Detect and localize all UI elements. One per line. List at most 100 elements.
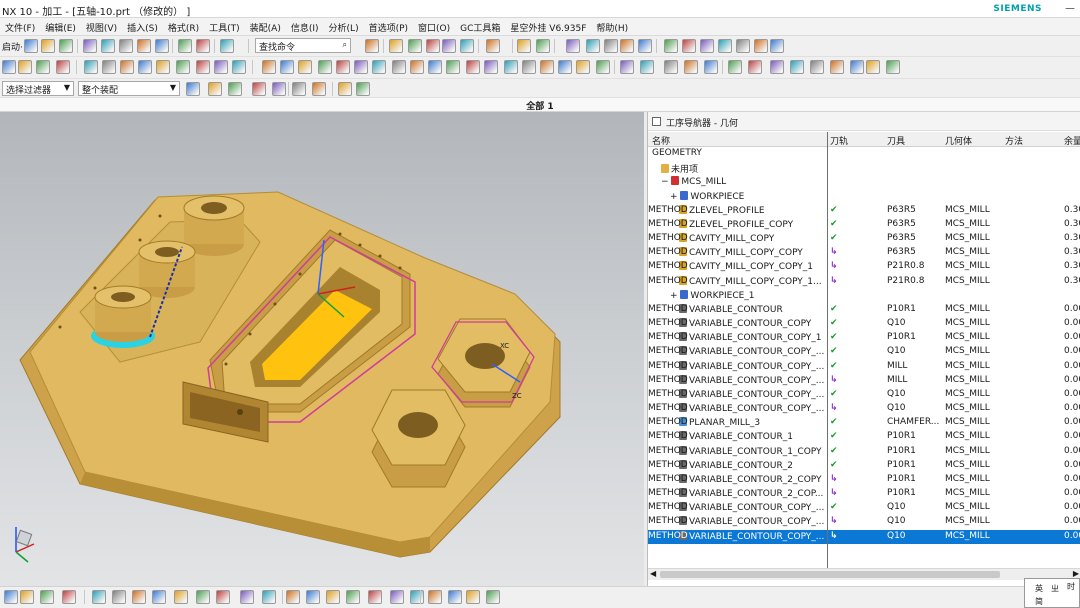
menu-item-12[interactable]: 星空外挂 V6.935F: [505, 18, 591, 36]
column-divider[interactable]: [827, 132, 828, 572]
row2-tool-icon-50[interactable]: [886, 60, 900, 74]
row2-tool-icon-2[interactable]: [36, 60, 50, 74]
navigator-row[interactable]: − MCS_MILL: [648, 175, 1080, 189]
bottom-tool-icon-11[interactable]: [216, 590, 230, 604]
bottom-tool-icon-2[interactable]: [40, 590, 54, 604]
column-header-tool[interactable]: 刀具: [887, 134, 905, 147]
row3-tool-icon-4[interactable]: [272, 82, 286, 96]
row2-tool-icon-46[interactable]: [810, 60, 824, 74]
menu-item-11[interactable]: GC工具箱: [455, 18, 505, 36]
row1-tool-icon-4[interactable]: [83, 39, 97, 53]
tree-expander-icon[interactable]: −: [661, 177, 671, 187]
bottom-tool-icon-12[interactable]: [240, 590, 254, 604]
row3-tool-icon-2[interactable]: [228, 82, 242, 96]
menu-item-1[interactable]: 编辑(E): [40, 18, 81, 36]
row1-tool-icon-7[interactable]: [137, 39, 151, 53]
bottom-tool-icon-16[interactable]: [306, 590, 320, 604]
bottom-tool-icon-25[interactable]: [466, 590, 480, 604]
navigator-row[interactable]: VARIABLE_CONTOUR_COPY_... ✔ Q10 MCS_MILL MET…: [648, 345, 1080, 359]
row1-tool-icon-34[interactable]: [664, 39, 678, 53]
row1-tool-icon-35[interactable]: [682, 39, 696, 53]
row2-tool-icon-17[interactable]: [298, 60, 312, 74]
bottom-tool-icon-8[interactable]: [152, 590, 166, 604]
row2-tool-icon-7[interactable]: [120, 60, 134, 74]
row1-tool-icon-18[interactable]: [408, 39, 422, 53]
row3-tool-icon-7[interactable]: [312, 82, 326, 96]
row2-tool-icon-3[interactable]: [56, 60, 70, 74]
bottom-tool-icon-5[interactable]: [92, 590, 106, 604]
row1-tool-icon-21[interactable]: [460, 39, 474, 53]
row2-tool-icon-45[interactable]: [790, 60, 804, 74]
row2-tool-icon-29[interactable]: [504, 60, 518, 74]
bottom-tool-icon-1[interactable]: [20, 590, 34, 604]
row3-tool-icon-3[interactable]: [252, 82, 266, 96]
row1-tool-icon-17[interactable]: [389, 39, 403, 53]
row2-tool-icon-34[interactable]: [596, 60, 610, 74]
navigator-row[interactable]: ZLEVEL_PROFILE_COPY ✔ P63R5 MCS_MILL METHOD 0…: [648, 218, 1080, 232]
row1-tool-icon-5[interactable]: [101, 39, 115, 53]
row2-tool-icon-39[interactable]: [684, 60, 698, 74]
row1-tool-icon-29[interactable]: [586, 39, 600, 53]
row2-tool-icon-20[interactable]: [354, 60, 368, 74]
bottom-tool-icon-26[interactable]: [486, 590, 500, 604]
navigator-row[interactable]: + WORKPIECE: [648, 190, 1080, 204]
graphics-viewport[interactable]: ZC XC: [0, 112, 644, 586]
navigator-row[interactable]: + WORKPIECE_1: [648, 289, 1080, 303]
row2-tool-icon-48[interactable]: [850, 60, 864, 74]
navigator-row[interactable]: CAVITY_MILL_COPY ✔ P63R5 MCS_MILL METHOD 0.30: [648, 232, 1080, 246]
scroll-thumb[interactable]: [660, 571, 1000, 578]
row2-tool-icon-19[interactable]: [336, 60, 350, 74]
menu-item-2[interactable]: 视图(V): [81, 18, 122, 36]
row2-tool-icon-30[interactable]: [522, 60, 536, 74]
row2-tool-icon-0[interactable]: [2, 60, 16, 74]
navigator-row[interactable]: CAVITY_MILL_COPY_COPY_1 ↳ P21R0.8 MCS_MILL M…: [648, 260, 1080, 274]
row2-tool-icon-8[interactable]: [138, 60, 152, 74]
menu-item-3[interactable]: 插入(S): [122, 18, 163, 36]
bottom-tool-icon-21[interactable]: [410, 590, 424, 604]
tree-expander-icon[interactable]: +: [670, 192, 680, 202]
row2-tool-icon-38[interactable]: [664, 60, 678, 74]
command-search-input[interactable]: 查找命令 ⌕: [255, 38, 351, 53]
bottom-tool-icon-9[interactable]: [174, 590, 188, 604]
row1-tool-icon-20[interactable]: [442, 39, 456, 53]
menu-item-13[interactable]: 帮助(H): [591, 18, 633, 36]
bottom-tool-icon-23[interactable]: [428, 590, 442, 604]
row2-tool-icon-42[interactable]: [728, 60, 742, 74]
row2-tool-icon-15[interactable]: [262, 60, 276, 74]
row1-tool-icon-26[interactable]: [536, 39, 550, 53]
navigator-row[interactable]: VARIABLE_CONTOUR_COPY ✔ Q10 MCS_MILL METHOD 0…: [648, 317, 1080, 331]
bottom-tool-icon-19[interactable]: [368, 590, 382, 604]
navigator-row[interactable]: VARIABLE_CONTOUR_COPY_... ↳ MILL MCS_MILL ME…: [648, 374, 1080, 388]
navigator-row[interactable]: VARIABLE_CONTOUR_COPY_1 ✔ P10R1 MCS_MILL MET…: [648, 331, 1080, 345]
menu-item-0[interactable]: 文件(F): [0, 18, 40, 36]
row1-tool-icon-19[interactable]: [426, 39, 440, 53]
row1-tool-icon-28[interactable]: [566, 39, 580, 53]
row1-tool-icon-23[interactable]: [486, 39, 500, 53]
row2-tool-icon-6[interactable]: [102, 60, 116, 74]
bottom-tool-icon-10[interactable]: [196, 590, 210, 604]
ime-lang[interactable]: 英: [1035, 583, 1043, 594]
navigator-row[interactable]: VARIABLE_CONTOUR_COPY_... ↳ Q10 MCS_MILL MET…: [648, 402, 1080, 416]
bottom-tool-icon-0[interactable]: [4, 590, 18, 604]
row2-tool-icon-49[interactable]: [866, 60, 880, 74]
column-header-geometry[interactable]: 几何体: [945, 134, 972, 147]
row3-tool-icon-1[interactable]: [208, 82, 222, 96]
row1-tool-icon-36[interactable]: [700, 39, 714, 53]
menu-item-7[interactable]: 信息(I): [286, 18, 324, 36]
row3-tool-icon-6[interactable]: [292, 82, 306, 96]
assembly-scope-dropdown[interactable]: 整个装配 ▼: [78, 81, 180, 96]
navigator-row[interactable]: 未用项: [648, 161, 1080, 175]
menu-item-5[interactable]: 工具(T): [204, 18, 245, 36]
navigator-row[interactable]: ZLEVEL_PROFILE ✔ P63R5 MCS_MILL METHOD 0.30: [648, 204, 1080, 218]
navigator-row[interactable]: CAVITY_MILL_COPY_COPY ↳ P63R5 MCS_MILL METHO…: [648, 246, 1080, 260]
row2-tool-icon-11[interactable]: [196, 60, 210, 74]
bottom-tool-icon-20[interactable]: [390, 590, 404, 604]
tree-expander-icon[interactable]: +: [670, 291, 680, 301]
row2-tool-icon-28[interactable]: [484, 60, 498, 74]
scroll-right-icon[interactable]: ▶: [1073, 569, 1079, 578]
bottom-tool-icon-13[interactable]: [262, 590, 276, 604]
column-header-method[interactable]: 方法: [1005, 134, 1023, 147]
row2-tool-icon-12[interactable]: [214, 60, 228, 74]
bottom-tool-icon-3[interactable]: [62, 590, 76, 604]
column-header-toolpath[interactable]: 刀轨: [830, 134, 848, 147]
